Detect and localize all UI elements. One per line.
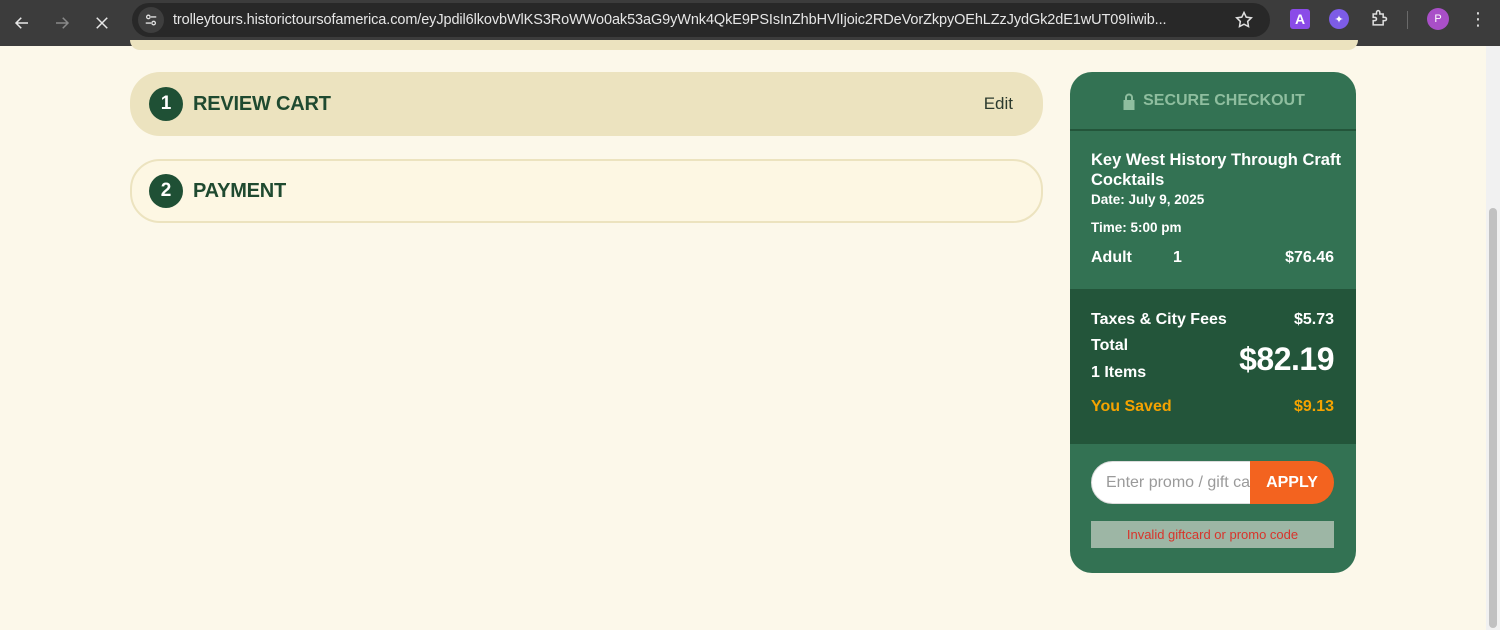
you-saved-amount: $9.13: [1293, 398, 1334, 415]
extensions-puzzle-icon[interactable]: [1369, 9, 1389, 29]
bookmark-star-icon[interactable]: [1234, 10, 1254, 35]
url-text[interactable]: trolleytours.historictoursofamerica.com/…: [173, 12, 1213, 28]
back-button[interactable]: [4, 5, 40, 41]
promo-error-message: Invalid giftcard or promo code: [1091, 521, 1334, 548]
site-info-icon[interactable]: [138, 7, 164, 33]
close-icon: [96, 17, 108, 29]
secure-checkout-label: SECURE CHECKOUT: [1143, 91, 1305, 109]
secure-checkout-header: SECURE CHECKOUT: [1070, 72, 1356, 131]
extension-ai-icon[interactable]: ✦: [1329, 9, 1349, 29]
step-title: PAYMENT: [193, 179, 287, 202]
apply-promo-button[interactable]: APPLY: [1250, 461, 1334, 504]
edit-cart-link[interactable]: Edit: [984, 94, 1013, 114]
promo-form: APPLY: [1091, 461, 1334, 504]
step-number: 2: [149, 174, 183, 208]
stop-loading-button[interactable]: [84, 5, 120, 41]
toolbar-divider: [1407, 11, 1408, 29]
order-summary-card: SECURE CHECKOUT Key West History Through…: [1070, 72, 1356, 573]
forward-button[interactable]: [44, 5, 80, 41]
step-payment[interactable]: 2 PAYMENT: [130, 159, 1043, 223]
ticket-quantity: 1: [1173, 249, 1182, 266]
arrow-right-icon: [56, 17, 70, 29]
total-label: Total: [1091, 337, 1129, 354]
page-scrollbar[interactable]: [1486, 46, 1500, 630]
taxes-label: Taxes & City Fees: [1091, 311, 1227, 328]
taxes-value: $5.73: [1293, 311, 1334, 328]
profile-avatar[interactable]: P: [1427, 8, 1449, 30]
more-menu-icon[interactable]: ⋮: [1468, 9, 1488, 29]
tour-date: Date: July 9, 2025: [1091, 192, 1205, 207]
extension-a-icon[interactable]: A: [1290, 9, 1310, 29]
step-review-cart[interactable]: 1 REVIEW CART Edit: [130, 72, 1043, 136]
promo-code-input[interactable]: [1091, 461, 1253, 504]
you-saved-label: You Saved: [1091, 398, 1172, 415]
tour-name: Key West History Through Craft Cocktails: [1091, 151, 1341, 189]
tour-time: Time: 5:00 pm: [1091, 220, 1182, 235]
arrow-left-icon: [14, 17, 28, 29]
ticket-price: $76.46: [1285, 249, 1334, 266]
ticket-type: Adult: [1091, 249, 1132, 266]
step-title: REVIEW CART: [193, 92, 331, 115]
address-bar[interactable]: trolleytours.historictoursofamerica.com/…: [132, 3, 1270, 37]
items-count: 1 Items: [1091, 364, 1147, 381]
totals-section: Taxes & City Fees $5.73 Total 1 Items $8…: [1070, 289, 1356, 444]
step-number: 1: [149, 87, 183, 121]
lock-icon: [1123, 93, 1135, 110]
previous-section-edge: [130, 40, 1358, 50]
total-amount: $82.19: [1239, 341, 1334, 377]
scrollbar-thumb[interactable]: [1489, 208, 1497, 628]
